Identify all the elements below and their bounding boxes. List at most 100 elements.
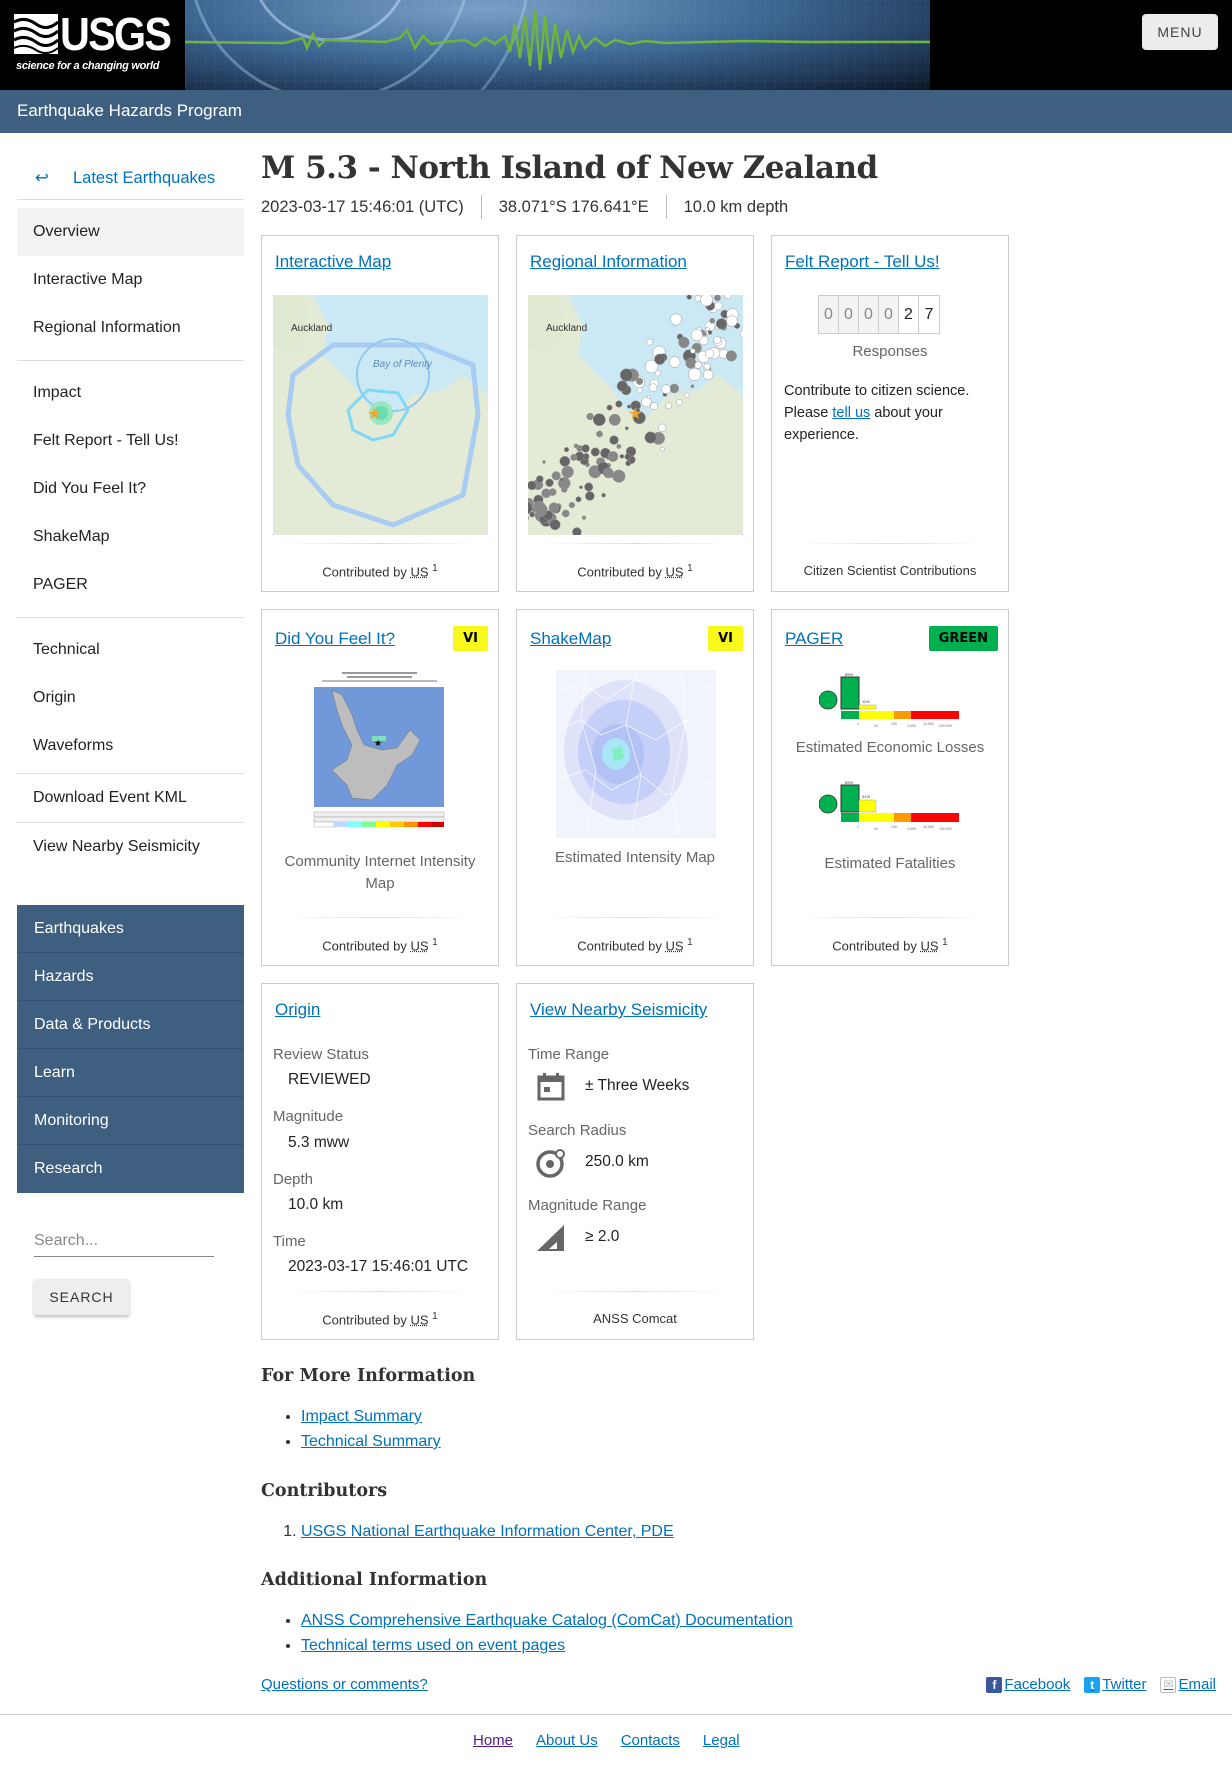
losses-prob-yellow: 11% — [862, 699, 870, 704]
site-nav-hazards[interactable]: Hazards — [17, 953, 244, 1001]
sidebar-item-impact[interactable]: Impact — [17, 369, 244, 417]
pager-scale-tick: 100,000 — [939, 724, 952, 728]
site-nav-research[interactable]: Research — [17, 1145, 244, 1193]
earthquake-marker — [707, 330, 713, 335]
list-item: Technical terms used on event pages — [301, 1633, 793, 1658]
earthquake-marker — [665, 402, 672, 410]
contributor-id[interactable]: US — [410, 564, 428, 579]
technical-terms-link[interactable]: Technical terms used on event pages — [301, 1637, 565, 1654]
list-item: Impact Summary — [301, 1404, 441, 1429]
card-contributor: Contributed by US 1 — [262, 1291, 498, 1339]
earthquake-marker — [670, 313, 682, 326]
fatalities-histogram[interactable]: 69% 31% 1 10 100 1,000 10,000 100,000 — [819, 780, 959, 836]
sidebar-item-shakemap[interactable]: ShakeMap — [17, 513, 244, 561]
sidebar-item-technical[interactable]: Technical — [17, 626, 244, 674]
neic-contributor-link[interactable]: USGS National Earthquake Information Cen… — [301, 1523, 674, 1540]
tell-us-link[interactable]: tell us — [832, 405, 870, 421]
earthquake-marker — [561, 486, 568, 493]
contributor-footnote[interactable]: 1 — [687, 563, 693, 574]
contributor-id[interactable]: US — [920, 938, 938, 953]
contributor-footnote[interactable]: 1 — [432, 1311, 438, 1322]
dyfi-intensity-badge: VI — [453, 626, 488, 651]
twitter-link[interactable]: t Twitter — [1084, 1676, 1146, 1693]
time-range-label: Time Range — [528, 1046, 610, 1063]
sidebar-item-nearby-seismicity[interactable]: View Nearby Seismicity — [17, 823, 244, 871]
latest-earthquakes-link[interactable]: ↩ Latest Earthquakes — [17, 150, 244, 200]
sidebar-divider — [17, 617, 244, 618]
contributor-footnote[interactable]: 1 — [432, 563, 438, 574]
list-item: USGS National Earthquake Information Cen… — [301, 1519, 674, 1544]
contributor-footnote[interactable]: 1 — [942, 937, 948, 948]
seismogram-wave-icon — [185, 0, 930, 90]
pager-link[interactable]: PAGER — [785, 629, 843, 649]
magnitude-label: Magnitude — [273, 1108, 344, 1125]
origin-card: Origin Review Status REVIEWED Magnitude … — [261, 983, 499, 1340]
nearby-seismicity-link[interactable]: View Nearby Seismicity — [530, 1000, 707, 1020]
earthquake-marker — [549, 519, 561, 531]
earthquake-marker — [586, 412, 594, 421]
usgs-logo[interactable]: USGS science for a changing world — [14, 10, 174, 76]
program-title[interactable]: Earthquake Hazards Program — [17, 101, 242, 121]
site-search-button[interactable]: SEARCH — [34, 1279, 129, 1315]
menu-button[interactable]: MENU — [1142, 14, 1218, 50]
sidebar-item-dyfi[interactable]: Did You Feel It? — [17, 465, 244, 513]
sidebar-item-interactive-map[interactable]: Interactive Map — [17, 256, 244, 304]
footer-home-link[interactable]: Home — [473, 1732, 513, 1749]
pager-scale-tick: 100,000 — [939, 827, 952, 831]
sidebar-item-regional-information[interactable]: Regional Information — [17, 304, 244, 352]
pager-scale-tick: 1 — [857, 825, 859, 829]
contributor-id[interactable]: US — [665, 938, 683, 953]
origin-link[interactable]: Origin — [275, 1000, 320, 1020]
earthquake-marker — [602, 467, 614, 479]
regional-map-thumbnail[interactable]: ★ Auckland — [528, 295, 743, 535]
questions-comments-link[interactable]: Questions or comments? — [261, 1676, 428, 1693]
site-nav-earthquakes[interactable]: Earthquakes — [17, 905, 244, 953]
dyfi-link[interactable]: Did You Feel It? — [275, 629, 395, 649]
review-status-label: Review Status — [273, 1046, 369, 1063]
contributor-id[interactable]: US — [410, 1312, 428, 1327]
sidebar-item-origin[interactable]: Origin — [17, 674, 244, 722]
sidebar-item-download-kml[interactable]: Download Event KML — [17, 774, 244, 822]
shakemap-link[interactable]: ShakeMap — [530, 629, 611, 649]
facebook-link[interactable]: f Facebook — [986, 1676, 1070, 1693]
interactive-map-link[interactable]: Interactive Map — [275, 252, 391, 272]
interactive-map-thumbnail[interactable]: ★ Auckland Bay of Plenty — [273, 295, 488, 535]
earthquake-marker — [676, 398, 683, 406]
card-contributor: Contributed by US 1 — [262, 917, 498, 965]
earthquake-marker — [688, 367, 702, 382]
usgs-wave-logo-icon — [14, 14, 58, 54]
email-link[interactable]: ✉ Email — [1160, 1676, 1216, 1693]
seismicity-map-icon: ★ Auckland — [528, 295, 743, 535]
sidebar-item-pager[interactable]: PAGER — [17, 561, 244, 609]
contributor-id[interactable]: US — [665, 564, 683, 579]
sidebar-item-waveforms[interactable]: Waveforms — [17, 722, 244, 770]
technical-summary-link[interactable]: Technical Summary — [301, 1433, 441, 1450]
card-contributor: Contributed by US 1 — [517, 543, 753, 591]
economic-losses-histogram[interactable]: 89% 11% 1 10 100 1,000 10,000 100,000 — [819, 672, 959, 728]
footer-legal-link[interactable]: Legal — [703, 1732, 740, 1749]
contributor-id[interactable]: US — [410, 938, 428, 953]
earthquake-marker — [536, 475, 544, 483]
site-nav-learn[interactable]: Learn — [17, 1049, 244, 1097]
comcat-docs-link[interactable]: ANSS Comprehensive Earthquake Catalog (C… — [301, 1612, 793, 1629]
contributor-footnote[interactable]: 1 — [687, 937, 693, 948]
dyfi-map-thumbnail[interactable]: ★ — [302, 670, 457, 840]
site-nav-monitoring[interactable]: Monitoring — [17, 1097, 244, 1145]
logo-text: USGS — [60, 8, 172, 60]
footer-contacts-link[interactable]: Contacts — [621, 1732, 680, 1749]
site-search-input[interactable] — [34, 1225, 214, 1257]
site-nav-data-products[interactable]: Data & Products — [17, 1001, 244, 1049]
sidebar-item-overview[interactable]: Overview — [17, 208, 244, 256]
shakemap-thumbnail[interactable] — [555, 669, 717, 839]
contributor-footnote[interactable]: 1 — [432, 937, 438, 948]
program-bar: Earthquake Hazards Program — [0, 90, 1232, 133]
pager-scale-tick: 10 — [874, 724, 878, 728]
sidebar-item-felt-report[interactable]: Felt Report - Tell Us! — [17, 417, 244, 465]
earthquake-marker — [592, 413, 606, 427]
regional-information-link[interactable]: Regional Information — [530, 252, 687, 272]
felt-report-link[interactable]: Felt Report - Tell Us! — [785, 252, 940, 272]
footer-about-link[interactable]: About Us — [536, 1732, 598, 1749]
earthquake-marker — [575, 496, 582, 503]
magnitude-range-label: Magnitude Range — [528, 1197, 647, 1214]
impact-summary-link[interactable]: Impact Summary — [301, 1408, 422, 1425]
